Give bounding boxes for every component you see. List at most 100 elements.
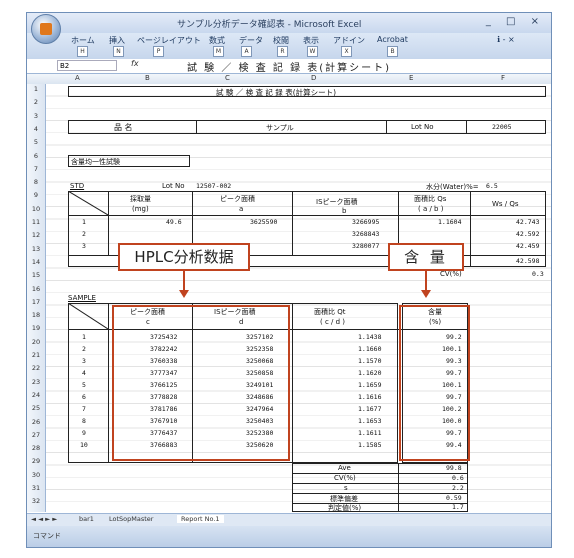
sample-row-no: 6 (82, 393, 86, 401)
lot-label: Lot No (411, 123, 434, 131)
std-row-is: 3280077 (352, 242, 380, 250)
tab-addins[interactable]: アドイン (333, 35, 365, 46)
std-cv-label: CV(%) (440, 270, 462, 278)
std-row-wsqs: 42.459 (516, 242, 540, 250)
status-bar: コマンド (27, 526, 551, 547)
tab-formulas[interactable]: 数式 (209, 35, 225, 46)
row-number[interactable]: 26 (27, 418, 45, 426)
row-number[interactable]: 14 (27, 258, 45, 266)
row-number[interactable]: 3 (27, 112, 45, 120)
help-icon[interactable]: ℹ - × (497, 35, 515, 44)
std-row-weight: 49.6 (166, 218, 182, 226)
row-number[interactable]: 32 (27, 497, 45, 505)
sheet-tab[interactable]: LotSopMaster (109, 515, 153, 523)
window-title: サンプル分析データ確認表 - Microsoft Excel (177, 20, 362, 30)
stat-value: 0.59 (446, 494, 462, 502)
row-number[interactable]: 21 (27, 351, 45, 359)
row-number[interactable]: 19 (27, 324, 45, 332)
sheet-tab-active[interactable]: Report No.1 (177, 515, 224, 523)
std-row-wsqs: 42.592 (516, 230, 540, 238)
keytip-data: A (241, 46, 252, 57)
row-number[interactable]: 29 (27, 457, 45, 465)
row-number[interactable]: 31 (27, 484, 45, 492)
tab-data[interactable]: データ (239, 35, 263, 46)
keytip-review: R (277, 46, 288, 57)
column-c[interactable]: C (225, 74, 230, 82)
keytip-acrobat: B (387, 46, 398, 57)
row-number[interactable]: 17 (27, 298, 45, 306)
tab-review[interactable]: 校閲 (273, 35, 289, 46)
tab-acrobat[interactable]: Acrobat (377, 35, 408, 44)
row-number[interactable]: 10 (27, 205, 45, 213)
sample-row-ratio: 1.1653 (358, 417, 382, 425)
test-name: 含量均一性試験 (71, 158, 120, 166)
formula-input[interactable]: 試 験 ／ 検 査 記 録 表(計算シート) (187, 59, 391, 74)
content-highlight (399, 305, 470, 461)
sheet-grid[interactable]: 試 験 ／ 検 査 記 録 表(計算シート) 品 名 サンプル Lot No 2… (46, 84, 551, 512)
tab-home[interactable]: ホーム (71, 35, 95, 46)
row-number[interactable]: 9 (27, 191, 45, 199)
row-number[interactable]: 7 (27, 165, 45, 173)
row-number[interactable]: 5 (27, 138, 45, 146)
row-number[interactable]: 25 (27, 404, 45, 412)
column-d[interactable]: D (311, 74, 316, 82)
row-number[interactable]: 20 (27, 338, 45, 346)
function-icon[interactable]: fx (131, 59, 139, 68)
keytip-insert: N (113, 46, 124, 57)
std-lot-label: Lot No (162, 182, 185, 190)
column-b[interactable]: B (145, 74, 150, 82)
tab-page-layout[interactable]: ページレイアウト (137, 35, 201, 46)
office-logo-icon (40, 23, 52, 35)
row-number[interactable]: 18 (27, 311, 45, 319)
keytip-formulas: M (213, 46, 224, 57)
row-number[interactable]: 30 (27, 471, 45, 479)
row-number[interactable]: 24 (27, 391, 45, 399)
row-number[interactable]: 13 (27, 245, 45, 253)
sample-row-no: 4 (82, 369, 86, 377)
sample-row-no: 3 (82, 357, 86, 365)
column-e[interactable]: E (409, 74, 413, 82)
row-number[interactable]: 16 (27, 285, 45, 293)
std-col-weight-unit: (mg) (132, 205, 149, 213)
row-number[interactable]: 28 (27, 444, 45, 452)
row-number[interactable]: 6 (27, 152, 45, 160)
sheet-tab[interactable]: bar1 (79, 515, 94, 523)
column-a[interactable]: A (75, 74, 80, 82)
column-f[interactable]: F (501, 74, 505, 82)
std-col-wsqs: Ws / Qs (492, 200, 519, 208)
sample-row-ratio: 1.1570 (358, 357, 382, 365)
office-button[interactable] (31, 14, 61, 44)
sample-row-no: 8 (82, 417, 86, 425)
water-value: 6.5 (486, 182, 498, 190)
sample-row-ratio: 1.1585 (358, 441, 382, 449)
row-number[interactable]: 11 (27, 218, 45, 226)
stat-value: 2.2 (452, 484, 464, 492)
std-row-no: 2 (82, 230, 86, 238)
row-number[interactable]: 22 (27, 364, 45, 372)
row-number[interactable]: 1 (27, 85, 45, 93)
tab-view[interactable]: 表示 (303, 35, 319, 46)
row-number[interactable]: 23 (27, 378, 45, 386)
row-number[interactable]: 4 (27, 125, 45, 133)
name-box[interactable]: B2 (57, 60, 117, 71)
row-number[interactable]: 15 (27, 271, 45, 279)
row-number[interactable]: 12 (27, 231, 45, 239)
row-number[interactable]: 2 (27, 98, 45, 106)
std-diagonal (68, 191, 108, 215)
keytip-addins: X (341, 46, 352, 57)
sample-row-no: 1 (82, 333, 86, 341)
row-number[interactable]: 27 (27, 431, 45, 439)
stats-table (292, 463, 468, 512)
std-col-weight: 採取量 (130, 195, 151, 203)
row-number[interactable]: 8 (27, 178, 45, 186)
sample-row-ratio: 1.1438 (358, 333, 382, 341)
sheet-nav-icon[interactable]: ◄ ◄ ► ► (31, 515, 57, 523)
sample-row-ratio: 1.1616 (358, 393, 382, 401)
tab-insert[interactable]: 挿入 (109, 35, 125, 46)
excel-window: サンプル分析データ確認表 - Microsoft Excel _ □ × ホーム… (26, 12, 552, 548)
keytip-view: W (307, 46, 318, 57)
window-controls[interactable]: _ □ × (486, 16, 545, 27)
row-header: 1 2 3 4 5 6 7 8 9 10 11 12 13 14 15 16 17 18 19 20 21 22 23 24 2… (27, 84, 46, 512)
sample-row-ratio: 1.1659 (358, 381, 382, 389)
product-label: 品 名 (114, 123, 133, 132)
